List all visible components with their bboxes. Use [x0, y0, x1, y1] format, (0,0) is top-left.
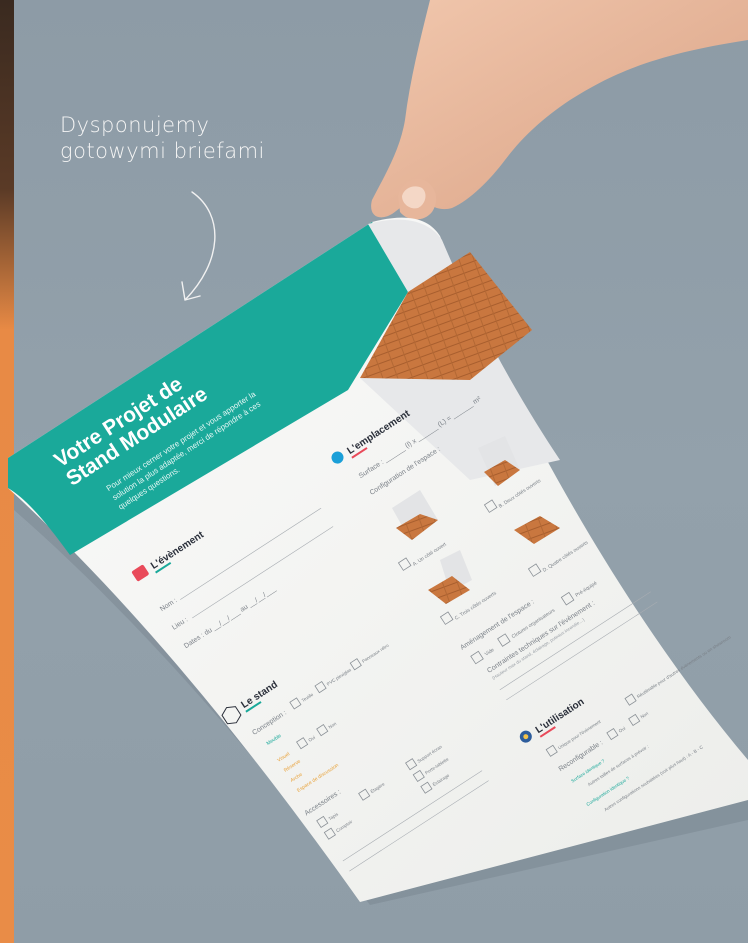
brief-scene: Votre Projet de Stand Modulaire Pour mie…: [8, 0, 748, 905]
photo-background: Dysponujemy gotowymi briefami Votre Proj…: [0, 0, 748, 943]
annotation-arrow-icon: [181, 191, 216, 301]
